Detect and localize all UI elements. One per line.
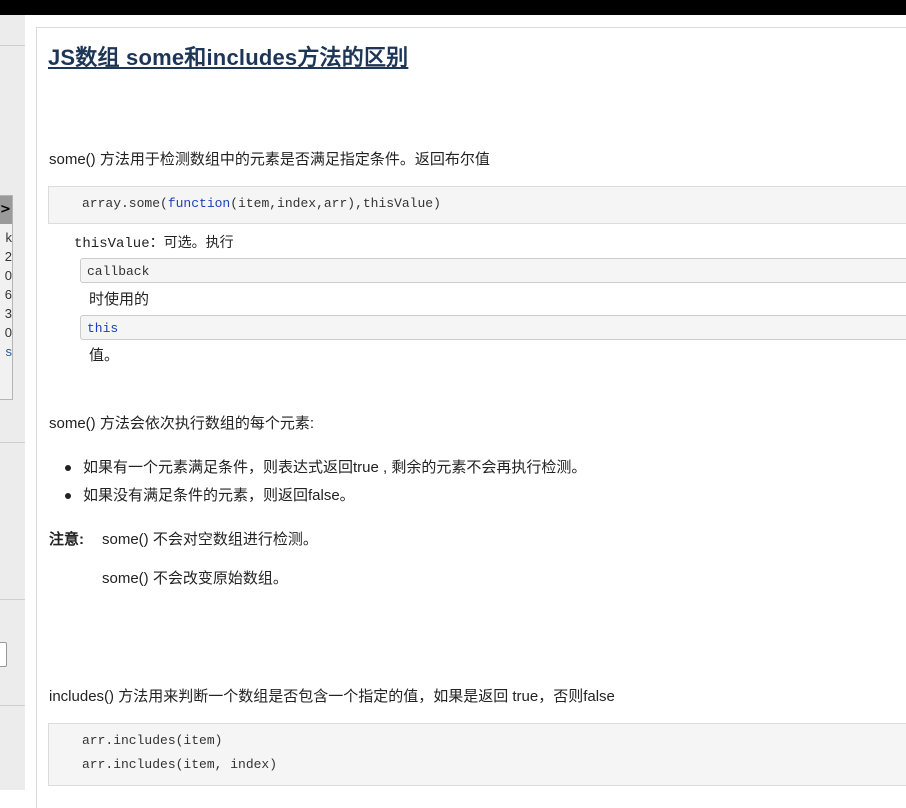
code-keyword: function [167,196,231,211]
sidebar-panel: > k 2 0 6 3 0 s [0,195,13,400]
sidebar-row[interactable]: 2 [0,247,12,266]
some-behavior: some() 方法会依次执行数组的每个元素: [49,415,315,432]
some-syntax-code: array.some(function(item,index,arr),this… [48,186,906,224]
list-item: 如果有一个元素满足条件，则表达式返回true , 剩余的元素不会再执行检测。 [49,456,586,484]
sidebar-panel-header[interactable]: > [0,196,12,224]
sidebar-divider [0,45,25,46]
note-line: some() 不会改变原始数组。 [102,570,288,587]
sidebar-row[interactable]: k [0,228,13,247]
includes-syntax-code: arr.includes(item) arr.includes(item, in… [48,723,906,786]
left-sidebar [0,15,25,790]
sidebar-divider [0,599,25,600]
sidebar-divider [0,442,25,443]
this-value-text: thisValue：可选。执行 [74,236,234,252]
this-value-note: thisValue：可选。执行 [74,233,234,254]
sidebar-row[interactable]: 6 [0,285,12,304]
sidebar-row[interactable]: 3 [0,304,12,323]
this-code: this [80,315,906,340]
code-line: arr.includes(item, index) [82,757,278,772]
sidebar-input-box[interactable] [0,642,7,667]
code-keyword: this [87,321,119,336]
some-intro: some() 方法用于检测数组中的元素是否满足指定条件。返回布尔值 [49,151,490,168]
top-black-bar [0,0,906,15]
callback-code: callback [80,258,906,283]
includes-intro: includes() 方法用来判断一个数组是否包含一个指定的值，如果是返回 tr… [49,688,615,705]
sidebar-divider [0,705,25,706]
list-item: 如果没有满足条件的元素，则返回false。 [49,484,586,512]
sidebar-row-link[interactable]: s [0,342,13,361]
used-when-text: 时使用的 [89,291,150,308]
behavior-list: 如果有一个元素满足条件，则表达式返回true , 剩余的元素不会再执行检测。 如… [49,456,586,512]
note-label: 注意: [49,531,84,548]
code-line: array.some(function(item,index,arr),this… [82,196,441,211]
value-suffix-text: 值。 [89,347,120,364]
code-line: arr.includes(item) [82,733,223,748]
note-line: some() 不会对空数组进行检测。 [102,531,318,548]
article-title[interactable]: JS数组 some和includes方法的区别 [48,40,408,72]
sidebar-row[interactable]: 0 [0,323,12,342]
code-token: array.some( [82,196,168,211]
sidebar-row[interactable]: 0 [0,266,12,285]
code-token: (item,index,arr),thisValue) [230,196,441,211]
